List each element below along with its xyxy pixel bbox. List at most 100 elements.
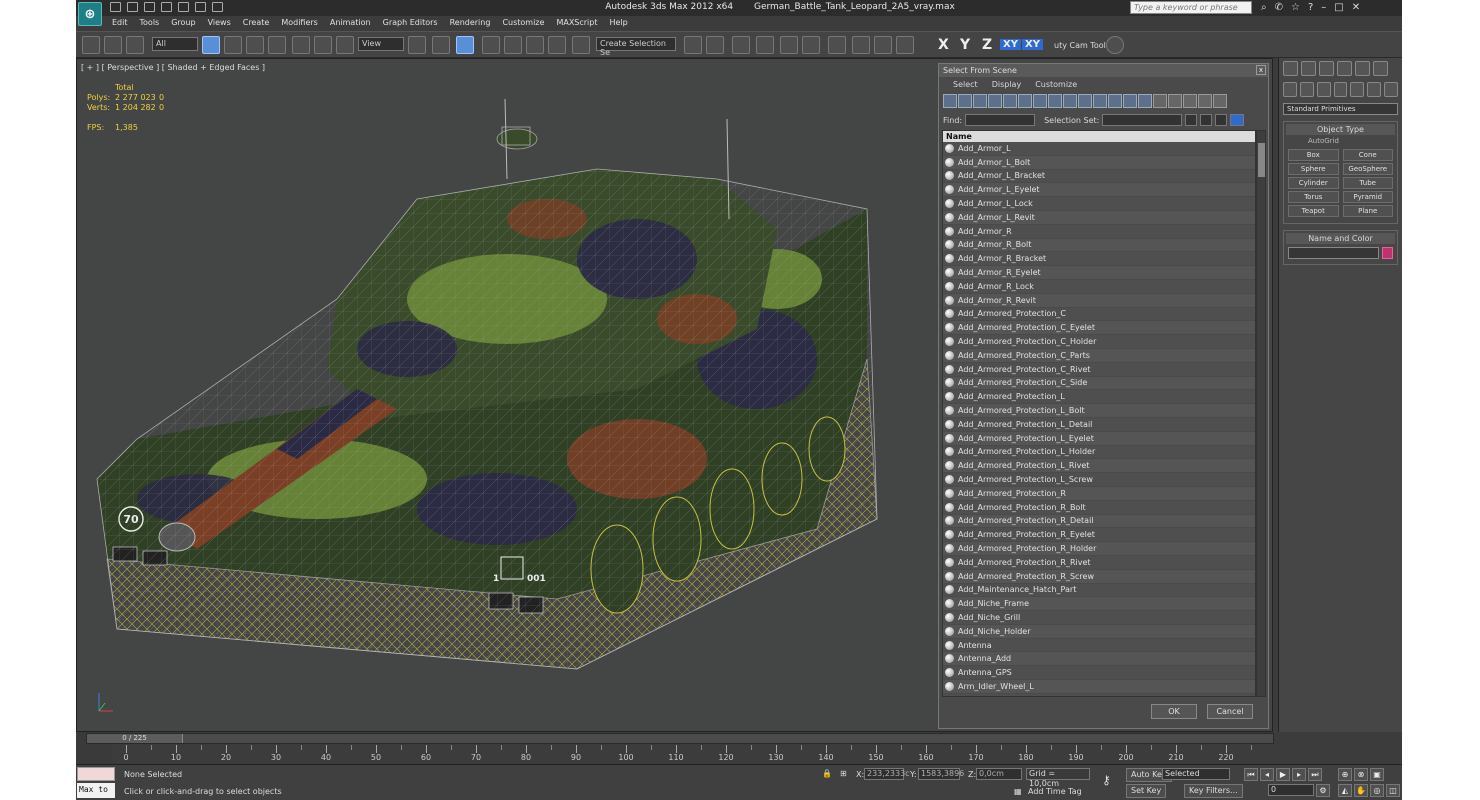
- set-key-mode-icon[interactable]: ⚷: [1102, 773, 1111, 787]
- menu-help[interactable]: Help: [604, 16, 634, 30]
- menu-tools[interactable]: Tools: [134, 16, 166, 30]
- display-groups-icon[interactable]: [1033, 94, 1047, 108]
- autogrid-checkbox[interactable]: AutoGrid: [1286, 135, 1395, 147]
- go-to-start-icon[interactable]: ⏮: [1244, 768, 1258, 781]
- maxscript-listener-mini[interactable]: [77, 767, 115, 781]
- list-item[interactable]: Add_Niche_Frame: [943, 597, 1255, 612]
- axis-x-button[interactable]: X: [938, 37, 949, 53]
- favorites-icon[interactable]: ☆: [1291, 2, 1300, 13]
- orbit-icon[interactable]: ◎: [1370, 784, 1384, 797]
- time-configuration-icon[interactable]: ⚙: [1316, 784, 1330, 797]
- move-icon[interactable]: [292, 36, 310, 54]
- primitive-geosphere-button[interactable]: GeoSphere: [1342, 163, 1393, 175]
- zoom-extents-icon[interactable]: ▣: [1370, 768, 1384, 781]
- select-by-name-icon[interactable]: [224, 36, 242, 54]
- window-crossing-icon[interactable]: [268, 36, 286, 54]
- search-input[interactable]: Type a keyword or phrase: [1130, 1, 1252, 14]
- next-frame-icon[interactable]: ▸: [1292, 768, 1306, 781]
- add-time-tag[interactable]: Add Time Tag: [1028, 787, 1082, 796]
- menu-group[interactable]: Group: [165, 16, 201, 30]
- list-item[interactable]: Add_Armor_L_Bolt: [943, 155, 1255, 170]
- sort-icon[interactable]: [1185, 114, 1198, 126]
- dialog-menu-select[interactable]: Select: [947, 79, 984, 90]
- absolute-mode-icon[interactable]: ⊞: [840, 769, 847, 778]
- pan-view-icon[interactable]: ✋: [1354, 784, 1368, 797]
- graphite-ribbon-icon[interactable]: [756, 36, 774, 54]
- list-item[interactable]: Add_Armored_Protection_R_Rivet: [943, 556, 1255, 570]
- list-item[interactable]: Add_Armored_Protection_C_Parts: [943, 348, 1255, 363]
- minimize-icon[interactable]: –: [1321, 2, 1326, 13]
- ok-button[interactable]: OK: [1151, 704, 1197, 719]
- display-containers-icon[interactable]: [1078, 94, 1092, 108]
- primitive-torus-button[interactable]: Torus: [1288, 191, 1339, 203]
- primitive-cylinder-button[interactable]: Cylinder: [1288, 177, 1339, 189]
- angle-snap-icon[interactable]: [504, 36, 522, 54]
- find-input[interactable]: [965, 114, 1036, 126]
- maximize-icon[interactable]: □: [1334, 2, 1343, 13]
- pivot-point-icon[interactable]: [408, 36, 426, 54]
- select-none-icon[interactable]: [1168, 94, 1182, 108]
- field-of-view-icon[interactable]: ◭: [1338, 784, 1352, 797]
- list-item[interactable]: Add_Armor_L_Lock: [943, 197, 1255, 211]
- track-bar[interactable]: 0 10 20 30 40 50 60 70 80 90 100 110 120 130 140 150 160…: [112, 745, 1273, 763]
- bind-space-warp-icon[interactable]: [126, 36, 144, 54]
- y-coordinate-field[interactable]: 1583,3896: [918, 768, 964, 780]
- systems-icon[interactable]: [1384, 82, 1399, 97]
- close-icon[interactable]: ✕: [1352, 2, 1360, 13]
- set-key-button[interactable]: Set Key: [1126, 784, 1167, 798]
- dialog-title-bar[interactable]: Select From Scene x: [939, 64, 1268, 77]
- object-color-swatch[interactable]: [1382, 247, 1393, 259]
- utilities-tab-icon[interactable]: [1373, 61, 1388, 76]
- scrollbar-thumb[interactable]: [1258, 143, 1265, 177]
- align-icon[interactable]: [706, 36, 724, 54]
- axis-y-button[interactable]: Y: [960, 37, 970, 53]
- select-all-icon[interactable]: [1153, 94, 1167, 108]
- list-item[interactable]: Add_Armor_L: [943, 142, 1255, 156]
- filter-icon[interactable]: [1198, 94, 1212, 108]
- menu-edit[interactable]: Edit: [106, 16, 134, 30]
- filter-options-icon[interactable]: [1213, 94, 1227, 108]
- display-tab-icon[interactable]: [1355, 61, 1370, 76]
- display-bones-icon[interactable]: [1063, 94, 1077, 108]
- menu-rendering[interactable]: Rendering: [444, 16, 497, 30]
- schematic-view-icon[interactable]: [802, 36, 820, 54]
- primitive-plane-button[interactable]: Plane: [1342, 205, 1393, 217]
- cameras-icon[interactable]: [1333, 82, 1348, 97]
- list-item[interactable]: Add_Armor_L_Eyelet: [943, 183, 1255, 198]
- list-item[interactable]: Add_Armored_Protection_L_Holder: [943, 446, 1255, 460]
- hierarchy-icon[interactable]: [1200, 114, 1213, 126]
- curve-editor-icon[interactable]: [780, 36, 798, 54]
- display-geometry-icon[interactable]: [943, 94, 957, 108]
- maxscript-input[interactable]: Max to: [77, 783, 115, 798]
- axis-z-button[interactable]: Z: [982, 37, 992, 53]
- primitive-sphere-button[interactable]: Sphere: [1288, 163, 1339, 175]
- list-item[interactable]: Add_Armored_Protection_L_Eyelet: [943, 431, 1255, 446]
- list-item[interactable]: Antenna: [943, 639, 1255, 653]
- list-item[interactable]: Add_Armor_R: [943, 225, 1255, 239]
- modify-tab-icon[interactable]: [1301, 61, 1316, 76]
- cam-tool-label[interactable]: uty Cam Tool \: [1054, 41, 1111, 50]
- list-item[interactable]: Add_Armored_Protection_L: [943, 390, 1255, 405]
- selection-set-dropdown[interactable]: [1102, 114, 1183, 126]
- display-helpers-icon[interactable]: [1003, 94, 1017, 108]
- display-frozen-icon[interactable]: [1093, 94, 1107, 108]
- render-setup-icon[interactable]: [852, 36, 870, 54]
- shapes-icon[interactable]: [1299, 82, 1314, 97]
- list-item[interactable]: Add_Armored_Protection_L_Screw: [943, 473, 1255, 487]
- menu-graph-editors[interactable]: Graph Editors: [377, 16, 444, 30]
- go-to-end-icon[interactable]: ⏭: [1308, 768, 1322, 781]
- maximize-viewport-icon[interactable]: ◫: [1386, 784, 1400, 797]
- spinner-snap-icon[interactable]: [548, 36, 566, 54]
- list-scrollbar[interactable]: [1256, 130, 1266, 697]
- zoom-icon[interactable]: ⊕: [1338, 768, 1352, 781]
- time-slider[interactable]: 0 / 225: [86, 733, 1274, 744]
- workspace-icon[interactable]: [212, 2, 223, 12]
- scale-icon[interactable]: [336, 36, 354, 54]
- menu-create[interactable]: Create: [237, 16, 276, 30]
- expand-icon[interactable]: [1215, 114, 1228, 126]
- list-item[interactable]: Add_Armored_Protection_C_Side: [943, 376, 1255, 391]
- project-folder-icon[interactable]: [195, 2, 206, 12]
- list-item[interactable]: Add_Armored_Protection_C_Eyelet: [943, 321, 1255, 336]
- helpers-icon[interactable]: [1350, 82, 1365, 97]
- menu-views[interactable]: Views: [202, 16, 237, 30]
